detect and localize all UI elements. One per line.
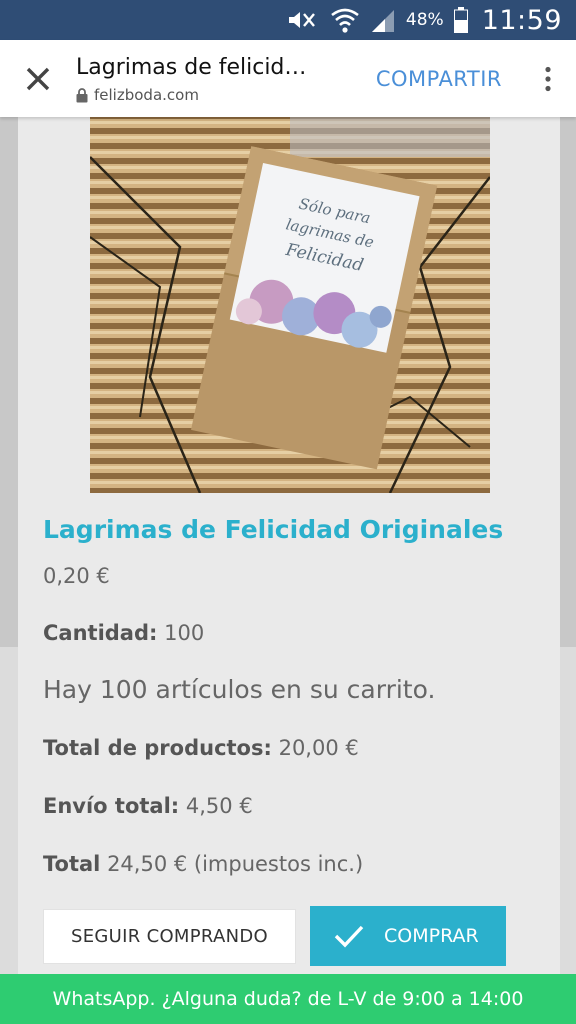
close-button[interactable]: [0, 40, 76, 117]
total-label: Total: [43, 852, 101, 876]
custom-tab-toolbar: Lagrimas de felicid… felizboda.com COMPA…: [0, 40, 576, 117]
total-row: Total 24,50 € (impuestos inc.): [43, 852, 363, 876]
wifi-icon: [330, 7, 360, 33]
shipping-value: 4,50 €: [185, 794, 253, 818]
continue-shopping-button[interactable]: SEGUIR COMPRANDO: [43, 909, 296, 964]
product-image: Sólo para lagrimas de Felicidad: [90, 117, 490, 493]
url-row: felizboda.com: [76, 86, 376, 104]
overflow-menu-button[interactable]: [528, 40, 568, 117]
close-icon: [26, 67, 50, 90]
cart-confirmation-modal: Sólo para lagrimas de Felicidad Lagrimas…: [18, 117, 560, 987]
status-bar: 48% 11:59: [0, 0, 576, 40]
quantity-value: 100: [164, 621, 205, 645]
product-price: 0,20 €: [43, 564, 110, 588]
product-name: Lagrimas de Felicidad Originales: [43, 515, 504, 544]
checkmark-icon: [334, 925, 364, 948]
battery-icon: [453, 7, 468, 33]
cart-message: Hay 100 artículos en su carrito.: [43, 675, 436, 704]
subtotal-row: Total de productos: 20,00 €: [43, 736, 359, 760]
share-button[interactable]: COMPARTIR: [376, 67, 502, 91]
signal-icon: [370, 8, 396, 32]
whatsapp-banner[interactable]: WhatsApp. ¿Alguna duda? de L-V de 9:00 a…: [0, 974, 576, 1024]
lock-icon: [76, 87, 88, 102]
quantity-label: Cantidad:: [43, 621, 158, 645]
battery-percent: 48%: [405, 10, 444, 30]
checkout-label: COMPRAR: [384, 925, 479, 947]
total-value: 24,50 € (impuestos inc.): [107, 852, 364, 876]
checkout-button[interactable]: COMPRAR: [310, 906, 506, 966]
domain-text: felizboda.com: [94, 86, 199, 104]
shipping-label: Envío total:: [43, 794, 180, 818]
subtotal-value: 20,00 €: [278, 736, 359, 760]
more-vert-icon: [545, 66, 551, 91]
title-block: Lagrimas de felicid… felizboda.com: [76, 53, 376, 104]
page-title: Lagrimas de felicid…: [76, 55, 307, 80]
clock: 11:59: [481, 4, 562, 36]
shipping-row: Envío total: 4,50 €: [43, 794, 253, 818]
mute-icon: [286, 8, 320, 32]
subtotal-label: Total de productos:: [43, 736, 272, 760]
quantity-row: Cantidad: 100: [43, 621, 204, 645]
